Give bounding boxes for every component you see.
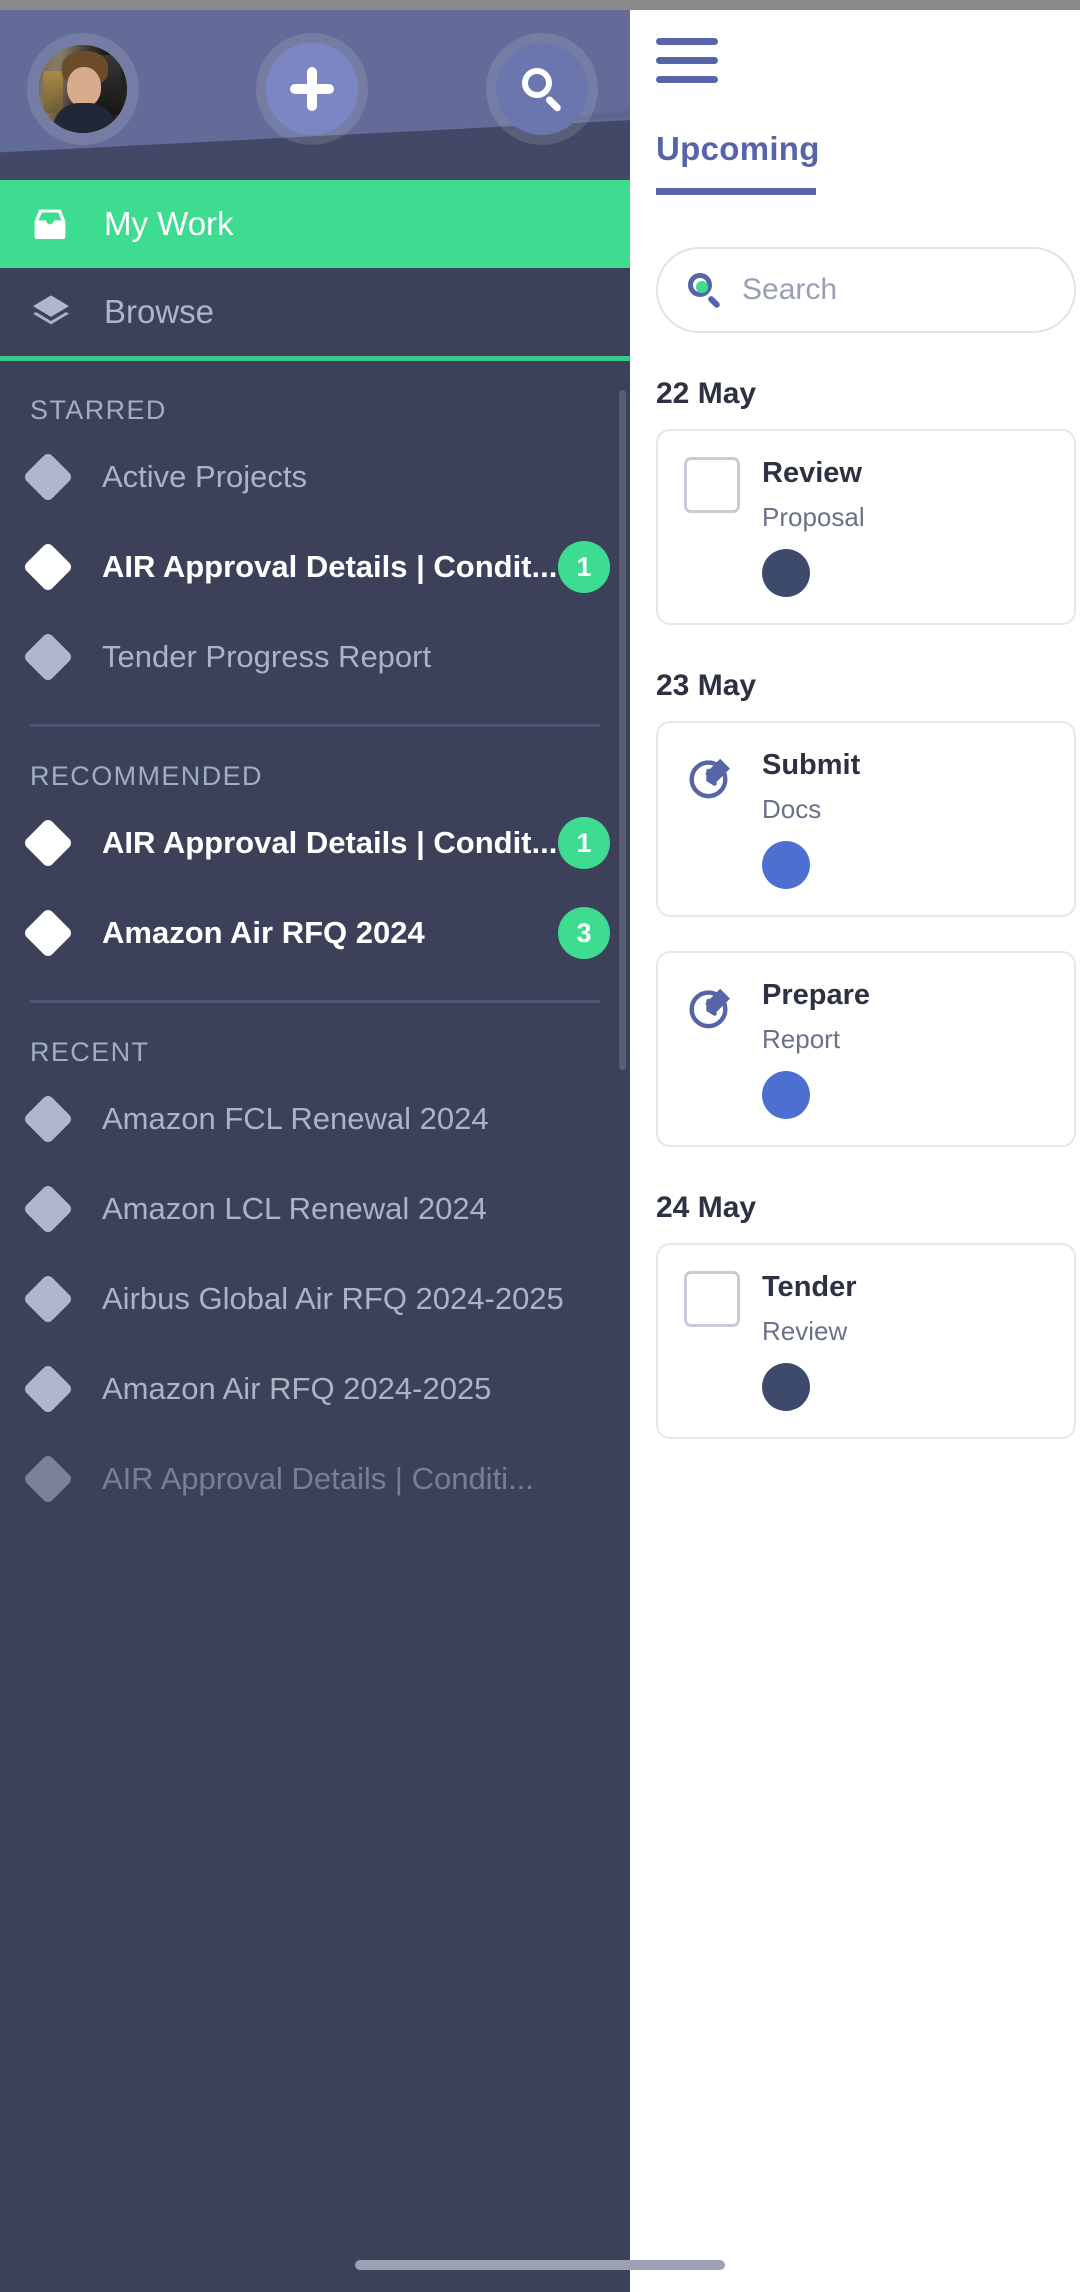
task-checkbox[interactable] (684, 457, 740, 513)
task-subtitle: Review (762, 1316, 848, 1346)
unread-badge: 1 (558, 541, 610, 593)
sidebar-item-label: Browse (104, 293, 215, 330)
drawer-header (0, 0, 630, 180)
list-item[interactable]: AIR Approval Details | Conditi... (0, 1434, 630, 1524)
panel-search-input[interactable]: Search (656, 247, 1076, 333)
list-item[interactable]: Airbus Global Air RFQ 2024-2025 (0, 1254, 630, 1344)
diamond-icon (22, 1363, 74, 1415)
list-item[interactable]: Amazon FCL Renewal 2024 (0, 1074, 630, 1164)
search-icon (519, 66, 565, 113)
list-item-label: AIR Approval Details | Condit... (102, 549, 558, 584)
diamond-icon (22, 907, 74, 959)
section-title-recent: RECENT (30, 1037, 150, 1067)
status-bar (0, 0, 1080, 10)
task-card[interactable]: Prepare Report (656, 951, 1076, 1147)
unread-badge: 3 (558, 907, 610, 959)
inbox-icon (30, 206, 88, 242)
list-item[interactable]: Amazon Air RFQ 2024 3 (0, 888, 630, 978)
diamond-icon (22, 817, 74, 869)
sidebar-item-browse[interactable]: Browse (0, 268, 630, 356)
task-subtitle: Docs (762, 794, 822, 824)
list-item[interactable]: AIR Approval Details | Condit... 1 (0, 522, 630, 612)
list-item-label: Amazon Air RFQ 2024-2025 (102, 1371, 492, 1406)
task-card[interactable]: Tender Review (656, 1243, 1076, 1439)
unread-badge: 1 (558, 817, 610, 869)
bottom-bar (0, 2226, 1080, 2292)
panel-topbar (630, 0, 1080, 130)
list-item[interactable]: Amazon Air RFQ 2024-2025 (0, 1344, 630, 1434)
task-checkbox[interactable] (684, 1271, 740, 1327)
layers-icon (30, 293, 88, 331)
list-item[interactable]: Active Projects (0, 432, 630, 522)
assignee-avatar (762, 841, 810, 889)
list-item-label: Amazon LCL Renewal 2024 (102, 1191, 487, 1226)
app-screen: Upcoming Search 22 May Review Proposal 2… (0, 0, 1080, 2292)
task-edit-icon[interactable] (684, 979, 740, 1035)
list-item-label: Amazon Air RFQ 2024 (102, 915, 425, 950)
search-icon (688, 273, 722, 310)
task-subtitle: Report (762, 1024, 841, 1054)
task-title: Tender (762, 1271, 857, 1303)
section-title-recommended: RECOMMENDED (30, 761, 263, 791)
tab-upcoming[interactable]: Upcoming (630, 130, 1080, 168)
assignee-avatar (762, 1363, 810, 1411)
diamond-icon (22, 451, 74, 503)
list-item[interactable]: Amazon LCL Renewal 2024 (0, 1164, 630, 1254)
search-placeholder: Search (742, 273, 838, 306)
list-item-label: Amazon FCL Renewal 2024 (102, 1101, 489, 1136)
list-item-label: Airbus Global Air RFQ 2024-2025 (102, 1281, 564, 1316)
task-edit-icon[interactable] (684, 749, 740, 805)
task-title: Prepare (762, 979, 871, 1011)
assignee-avatar (762, 549, 810, 597)
list-item-label: AIR Approval Details | Condit... (102, 825, 558, 860)
date-group-label: 23 May (656, 669, 757, 702)
home-indicator (355, 2260, 725, 2270)
content-panel: Upcoming Search 22 May Review Proposal 2… (630, 0, 1080, 2292)
search-button[interactable] (486, 33, 598, 145)
list-item-label: Tender Progress Report (102, 639, 432, 674)
diamond-icon (22, 541, 74, 593)
assignee-avatar (762, 1071, 810, 1119)
navigation-drawer: My Work Browse STARRED Active Projects A (0, 0, 630, 2292)
diamond-icon (22, 631, 74, 683)
plus-icon (289, 66, 335, 112)
avatar[interactable] (27, 33, 139, 145)
list-item[interactable]: Tender Progress Report (0, 612, 630, 702)
section-title-starred: STARRED (30, 395, 167, 425)
tab-active-underline (656, 188, 816, 195)
task-card[interactable]: Review Proposal (656, 429, 1076, 625)
sidebar-item-label: My Work (104, 205, 234, 242)
date-group-label: 24 May (656, 1191, 757, 1224)
diamond-icon (22, 1183, 74, 1235)
date-group-label: 22 May (656, 377, 757, 410)
task-title: Submit (762, 749, 861, 781)
list-item[interactable]: AIR Approval Details | Condit... 1 (0, 798, 630, 888)
task-title: Review (762, 457, 862, 489)
task-card[interactable]: Submit Docs (656, 721, 1076, 917)
add-button[interactable] (256, 33, 368, 145)
hamburger-menu-icon[interactable] (656, 38, 718, 83)
diamond-icon (22, 1273, 74, 1325)
diamond-icon (22, 1093, 74, 1145)
diamond-icon (22, 1453, 74, 1505)
drawer-scrollbar[interactable] (619, 390, 626, 1070)
list-item-label: Active Projects (102, 459, 308, 494)
list-item-label: AIR Approval Details | Conditi... (102, 1461, 534, 1496)
sidebar-item-my-work[interactable]: My Work (0, 180, 630, 268)
task-subtitle: Proposal (762, 502, 865, 532)
